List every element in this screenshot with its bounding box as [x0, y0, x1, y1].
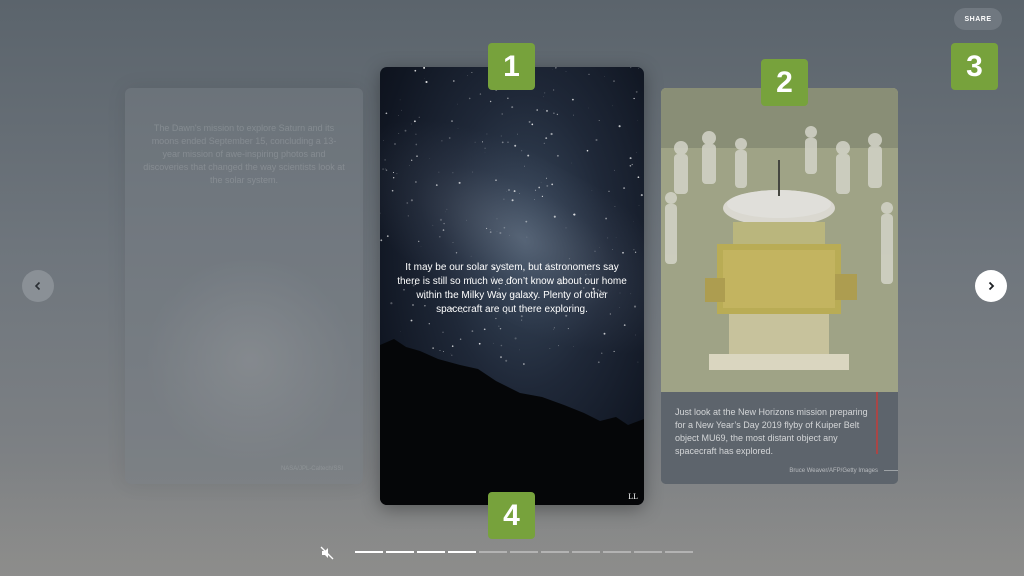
progress-segment [541, 551, 569, 553]
progress-segment [448, 551, 476, 553]
mute-button[interactable] [320, 546, 334, 560]
previous-card-credit: NASA/JPL-Caltech/SSI [280, 466, 343, 472]
progress-segment [479, 551, 507, 553]
caption-panel: Just look at the New Horizons mission pr… [661, 392, 898, 484]
progress-segment [386, 551, 414, 553]
speaker-muted-icon [320, 546, 334, 560]
story-card-next[interactable]: Just look at the New Horizons mission pr… [661, 88, 898, 484]
photo-credit: Bruce Weaver/AFP/Getty Images [789, 468, 878, 474]
progress-segment [510, 551, 538, 553]
progress-segment [634, 551, 662, 553]
story-card-current[interactable]: It may be our solar system, but astronom… [380, 67, 644, 505]
previous-card-caption: The Dawn's mission to explore Saturn and… [143, 123, 345, 185]
photographer-signature: LL [628, 492, 638, 501]
accent-bar [876, 392, 878, 454]
credit-divider [884, 470, 898, 471]
annotation-badge-4: 4 [488, 492, 535, 539]
progress-segment [665, 551, 693, 553]
previous-button[interactable] [22, 270, 54, 302]
chevron-left-icon [34, 281, 41, 291]
photo-overlay [661, 88, 898, 392]
story-progress [355, 551, 693, 553]
progress-segment [603, 551, 631, 553]
progress-segment [355, 551, 383, 553]
current-card-caption: It may be our solar system, but astronom… [397, 262, 627, 315]
annotation-badge-3: 3 [951, 43, 998, 90]
progress-segment [417, 551, 445, 553]
progress-segment [572, 551, 600, 553]
annotation-badge-2: 2 [761, 59, 808, 106]
next-button[interactable] [975, 270, 1007, 302]
next-card-caption: Just look at the New Horizons mission pr… [675, 407, 868, 456]
mountain-silhouette [380, 339, 644, 505]
annotation-badge-1: 1 [488, 43, 535, 90]
story-card-previous[interactable]: The Dawn's mission to explore Saturn and… [125, 88, 363, 484]
chevron-right-icon [988, 281, 995, 291]
share-button[interactable]: SHARE [954, 8, 1002, 30]
